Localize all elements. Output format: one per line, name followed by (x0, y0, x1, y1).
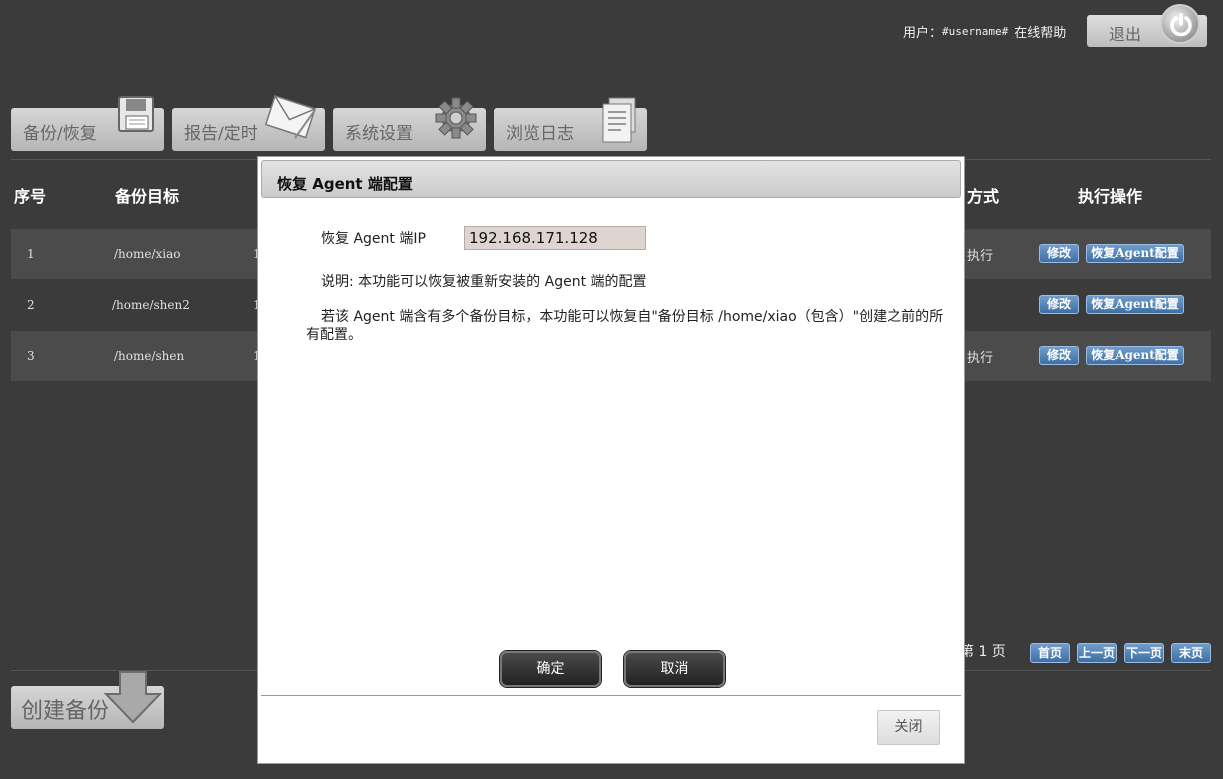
next-page-button[interactable]: 下一页 (1124, 643, 1164, 663)
close-button[interactable]: 关闭 (877, 710, 940, 745)
restore-agent-config-button[interactable]: 恢复Agent配置 (1086, 244, 1184, 263)
restore-agent-config-dialog: 恢复 Agent 端配置 恢复 Agent 端IP 192.168.171.12… (257, 156, 965, 764)
agent-ip-field[interactable]: 192.168.171.128 (464, 226, 646, 250)
dialog-divider (261, 695, 961, 696)
description-detail-text: 若该 Agent 端含有多个备份目标，本功能可以恢复自"备份目标 /home/x… (306, 309, 944, 343)
edit-button[interactable]: 修改 (1039, 244, 1079, 263)
restore-agent-config-button[interactable]: 恢复Agent配置 (1086, 295, 1184, 314)
confirm-button[interactable]: 确定 (500, 651, 601, 687)
cell-seq: 1 (27, 247, 35, 261)
tab-label: 报告/定时 (184, 124, 258, 144)
tab-system-settings[interactable]: 系统设置 (333, 97, 486, 151)
tab-report-schedule[interactable]: 报告/定时 (172, 95, 325, 151)
user-bar: 用户： #username# 在线帮助 (903, 22, 1066, 41)
prev-page-button[interactable]: 上一页 (1077, 643, 1117, 663)
cell-target: /home/shen (114, 349, 185, 363)
cell-mode: 执行 (967, 249, 994, 264)
documents-icon (599, 96, 639, 149)
description-text: 说明: 本功能可以恢复被重新安装的 Agent 端的配置 (321, 274, 647, 290)
first-page-button[interactable]: 首页 (1030, 643, 1070, 663)
user-label: 用户： (903, 26, 943, 41)
agent-ip-label: 恢复 Agent 端IP (321, 231, 426, 247)
edit-button[interactable]: 修改 (1039, 346, 1079, 365)
col-header-mode: 方式 (967, 187, 1000, 206)
edit-button[interactable]: 修改 (1039, 295, 1079, 314)
cell-mode: 执行 (967, 351, 994, 366)
tab-label: 系统设置 (345, 124, 413, 144)
col-header-seq: 序号 (14, 187, 47, 206)
username: #username# (942, 25, 1009, 38)
col-header-target: 备份目标 (115, 187, 180, 206)
page-indicator: 第 1 页 (960, 644, 1006, 660)
tab-backup-restore[interactable]: 备份/恢复 (11, 96, 164, 151)
cell-seq: 2 (27, 298, 35, 312)
tab-browse-logs[interactable]: 浏览日志 (494, 97, 647, 151)
cancel-button[interactable]: 取消 (624, 651, 725, 687)
dialog-title: 恢复 Agent 端配置 (261, 160, 961, 198)
gear-icon (434, 96, 478, 145)
cell-seq: 3 (27, 349, 35, 363)
tab-label: 浏览日志 (506, 124, 574, 144)
last-page-button[interactable]: 末页 (1171, 643, 1211, 663)
cell-target: /home/xiao (114, 247, 181, 261)
floppy-disk-icon (118, 94, 156, 139)
restore-agent-config-button[interactable]: 恢复Agent配置 (1086, 346, 1184, 365)
mail-envelope-icon (264, 94, 317, 147)
tab-label: 备份/恢复 (23, 124, 97, 144)
down-arrow-icon (103, 670, 163, 728)
help-link[interactable]: 在线帮助 (1014, 22, 1066, 41)
col-header-actions: 执行操作 (1078, 187, 1143, 206)
cell-target: /home/shen2 (112, 298, 190, 312)
power-icon[interactable] (1160, 4, 1200, 44)
